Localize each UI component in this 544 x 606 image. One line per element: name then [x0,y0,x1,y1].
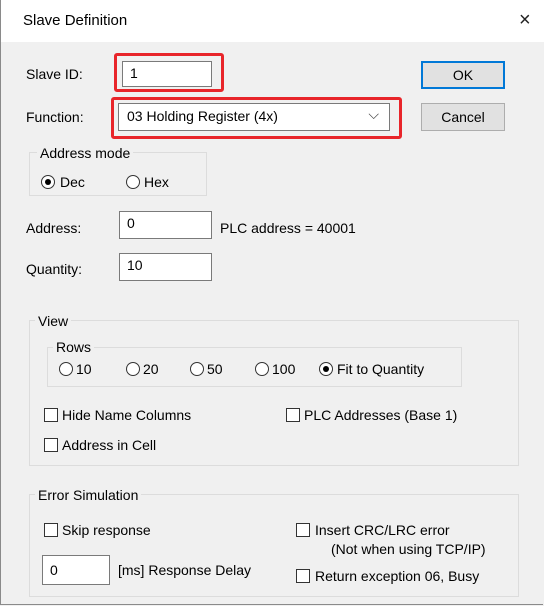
error-simulation-title: Error Simulation [35,487,142,503]
insert-crc-label: Insert CRC/LRC error [315,522,450,538]
view-title: View [35,313,72,329]
quantity-input[interactable]: 10 [119,253,212,281]
cancel-button[interactable]: Cancel [421,103,505,131]
rows-fit-to-quantity-label: Fit to Quantity [337,361,425,377]
hide-name-columns-label: Hide Name Columns [62,407,192,423]
address-label: Address: [26,220,82,236]
slave-id-highlight [114,53,224,92]
response-delay-input[interactable]: 0 [42,555,110,585]
plc-addresses-label: PLC Addresses (Base 1) [304,407,458,423]
hide-name-columns-checkbox[interactable] [44,408,58,422]
response-delay-label: [ms] Response Delay [118,562,252,578]
title-bar: Slave Definition × [1,0,544,42]
rows-100-radio[interactable] [255,362,269,376]
rows-title: Rows [53,339,95,355]
function-label: Function: [26,109,84,125]
address-in-cell-label: Address in Cell [62,437,157,453]
rows-50-label: 50 [207,361,223,377]
rows-100-label: 100 [272,361,296,377]
hex-label: Hex [144,174,169,190]
return-exception-label: Return exception 06, Busy [315,568,480,584]
rows-50-radio[interactable] [190,362,204,376]
quantity-label: Quantity: [26,261,83,277]
hex-radio[interactable] [126,175,140,189]
rows-20-label: 20 [143,361,159,377]
insert-crc-note: (Not when using TCP/IP) [331,541,486,557]
plc-address-note: PLC address = 40001 [220,220,356,236]
address-mode-title: Address mode [37,145,134,161]
rows-10-label: 10 [76,361,92,377]
plc-addresses-checkbox[interactable] [286,408,300,422]
ok-button[interactable]: OK [421,61,505,89]
skip-response-checkbox[interactable] [44,523,58,537]
dec-label: Dec [60,174,85,190]
return-exception-checkbox[interactable] [296,569,310,583]
rows-10-radio[interactable] [59,362,73,376]
slave-definition-dialog: Slave Definition × Slave ID: 1 OK Cancel… [0,0,544,605]
rows-20-radio[interactable] [126,362,140,376]
address-input[interactable]: 0 [119,211,212,239]
close-icon[interactable]: × [519,8,531,32]
insert-crc-checkbox[interactable] [296,523,310,537]
function-highlight [111,97,402,139]
dec-radio[interactable] [41,175,55,189]
slave-id-label: Slave ID: [26,66,83,82]
address-in-cell-checkbox[interactable] [44,438,58,452]
rows-fit-to-quantity-radio[interactable] [319,362,333,376]
skip-response-label: Skip response [62,522,151,538]
dialog-title: Slave Definition [23,12,128,29]
